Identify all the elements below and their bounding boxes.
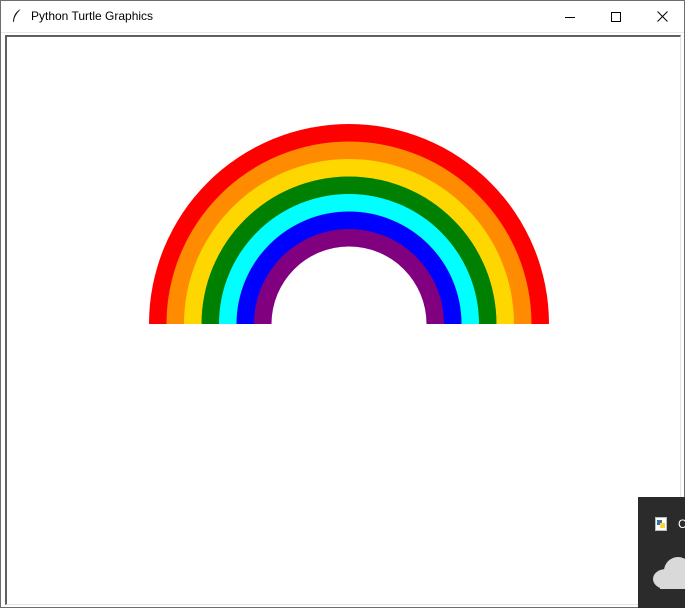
turtle-canvas[interactable]: [5, 35, 681, 605]
close-icon: [656, 11, 668, 22]
close-button[interactable]: [639, 1, 685, 32]
python-file-icon: [655, 517, 667, 531]
minimize-icon: [565, 16, 575, 18]
maximize-icon: [611, 11, 621, 22]
onedrive-cloud-icon: [653, 557, 685, 589]
title-bar[interactable]: Python Turtle Graphics: [1, 1, 684, 33]
minimize-button[interactable]: [547, 1, 593, 32]
window-title: Python Turtle Graphics: [31, 9, 154, 23]
turtle-window: Python Turtle Graphics: [0, 0, 685, 608]
rainbow-drawing: [149, 124, 549, 324]
notification-toast[interactable]: C: [638, 497, 685, 608]
notification-text: C: [678, 517, 685, 531]
feather-app-icon: [13, 8, 22, 23]
maximize-button[interactable]: [593, 1, 639, 32]
